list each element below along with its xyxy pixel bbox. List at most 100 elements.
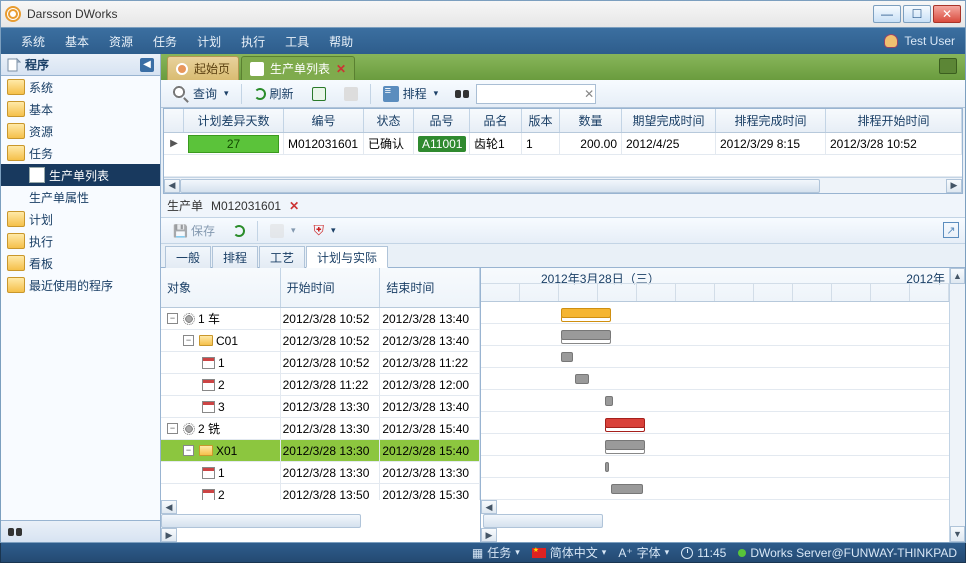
schedule-button[interactable]: 排程 <box>377 83 445 104</box>
gantt-row[interactable]: 12012/3/28 13:302012/3/28 13:30 <box>161 462 480 484</box>
expand-icon[interactable]: − <box>167 423 178 434</box>
gantt-bar-row <box>481 390 949 412</box>
current-user[interactable]: Test User <box>884 34 955 48</box>
grid-hscroll[interactable]: ◀ ▶ <box>164 177 962 193</box>
grid-row[interactable]: ▶ 27 M012031601 已确认 A11001 齿轮1 1 200.00 … <box>164 133 962 155</box>
col-pno[interactable]: 品号 <box>414 109 470 132</box>
dtab-planactual[interactable]: 计划与实际 <box>306 246 388 268</box>
tree-plan[interactable]: 计划 <box>1 208 160 230</box>
order-grid: 计划差异天数 编号 状态 品号 品名 版本 数量 期望完成时间 排程完成时间 排… <box>163 108 963 194</box>
tree-task[interactable]: 任务 <box>1 142 160 164</box>
col-status[interactable]: 状态 <box>364 109 414 132</box>
home-icon <box>176 63 188 75</box>
menu-exec[interactable]: 执行 <box>231 33 275 50</box>
tree-order-list[interactable]: 生产单列表 <box>1 164 160 186</box>
find-icon[interactable] <box>454 86 470 102</box>
gantt-bar[interactable] <box>611 484 643 494</box>
collapse-icon[interactable]: ◀ <box>140 58 154 72</box>
tree-recent[interactable]: 最近使用的程序 <box>1 274 160 296</box>
gantt-bar[interactable] <box>561 352 573 362</box>
tab-system-button[interactable] <box>939 58 957 74</box>
gantt-vscroll[interactable]: ▲▼ <box>949 268 965 542</box>
col-schstart[interactable]: 排程开始时间 <box>826 109 962 132</box>
gantt-bar-row <box>481 302 949 324</box>
close-button[interactable]: ✕ <box>933 5 961 23</box>
menu-help[interactable]: 帮助 <box>319 33 363 50</box>
tab-close-icon[interactable]: ✕ <box>336 62 346 76</box>
menu-task[interactable]: 任务 <box>143 33 187 50</box>
status-task[interactable]: ▦ 任务 ▾ <box>472 544 520 561</box>
status-font[interactable]: A⁺ 字体 ▾ <box>618 544 669 561</box>
content-panel: 起始页 生产单列表 ✕ 查询 刷新 <box>161 54 965 542</box>
gantt-bar[interactable] <box>605 396 613 406</box>
gantt-row[interactable]: −2 铣2012/3/28 13:302012/3/28 15:40 <box>161 418 480 440</box>
dtab-process[interactable]: 工艺 <box>259 246 305 268</box>
tree-basic[interactable]: 基本 <box>1 98 160 120</box>
expand-icon[interactable]: − <box>167 313 178 324</box>
col-code[interactable]: 编号 <box>284 109 364 132</box>
tree-exec[interactable]: 执行 <box>1 230 160 252</box>
dtab-schedule[interactable]: 排程 <box>212 246 258 268</box>
tree-system[interactable]: 系统 <box>1 76 160 98</box>
gantt-bar-row <box>481 368 949 390</box>
tab-label: 生产单列表 <box>270 60 330 77</box>
expand-icon[interactable]: − <box>183 445 194 456</box>
clock-icon <box>681 547 693 559</box>
gh-end[interactable]: 结束时间 <box>380 268 480 307</box>
gantt-row[interactable]: −X012012/3/28 13:302012/3/28 15:40 <box>161 440 480 462</box>
excel-button[interactable] <box>306 85 332 103</box>
edit-button[interactable] <box>338 85 364 103</box>
gh-object[interactable]: 对象 <box>161 268 281 307</box>
menu-plan[interactable]: 计划 <box>187 33 231 50</box>
maximize-button[interactable]: ☐ <box>903 5 931 23</box>
refresh-detail-button[interactable] <box>227 223 251 239</box>
gantt-row[interactable]: 12012/3/28 10:522012/3/28 11:22 <box>161 352 480 374</box>
tree-resource[interactable]: 资源 <box>1 120 160 142</box>
tree-kanban[interactable]: 看板 <box>1 252 160 274</box>
tab-orderlist[interactable]: 生产单列表 ✕ <box>241 56 355 80</box>
menu-tool[interactable]: 工具 <box>275 33 319 50</box>
col-pname[interactable]: 品名 <box>470 109 522 132</box>
gantt-chart-hscroll[interactable]: ◀▶ <box>481 500 949 542</box>
connected-icon <box>738 549 746 557</box>
dtab-general[interactable]: 一般 <box>165 246 211 268</box>
gantt-bar[interactable] <box>605 462 609 472</box>
minimize-button[interactable]: — <box>873 5 901 23</box>
menu-basic[interactable]: 基本 <box>55 33 99 50</box>
shield-button[interactable]: ⛨ <box>308 220 342 241</box>
status-server: DWorks Server@FUNWAY-THINKPAD <box>738 546 957 560</box>
link-icon <box>270 224 284 238</box>
gantt-row[interactable]: −C012012/3/28 10:522012/3/28 13:40 <box>161 330 480 352</box>
col-ver[interactable]: 版本 <box>522 109 560 132</box>
binoculars-icon[interactable] <box>7 524 23 540</box>
detail-close-icon[interactable]: ✕ <box>289 199 299 213</box>
gantt-bar[interactable] <box>575 374 589 384</box>
query-button[interactable]: 查询 <box>167 83 235 104</box>
expand-icon[interactable]: − <box>183 335 194 346</box>
status-lang[interactable]: 简体中文 ▾ <box>532 544 607 561</box>
gantt-row[interactable]: 32012/3/28 13:302012/3/28 13:40 <box>161 396 480 418</box>
menu-resource[interactable]: 资源 <box>99 33 143 50</box>
col-due[interactable]: 期望完成时间 <box>622 109 716 132</box>
gantt-row[interactable]: 22012/3/28 11:222012/3/28 12:00 <box>161 374 480 396</box>
tree-order-props[interactable]: 生产单属性 <box>1 186 160 208</box>
col-qty[interactable]: 数量 <box>560 109 622 132</box>
link-button[interactable] <box>264 222 302 240</box>
col-diff[interactable]: 计划差异天数 <box>184 109 284 132</box>
search-icon <box>173 86 189 102</box>
menu-system[interactable]: 系统 <box>11 33 55 50</box>
gantt-row[interactable]: 22012/3/28 13:502012/3/28 15:30 <box>161 484 480 500</box>
popout-icon[interactable]: ↗ <box>943 222 959 238</box>
col-schend[interactable]: 排程完成时间 <box>716 109 826 132</box>
menu-bar: 系统 基本 资源 任务 计划 执行 工具 帮助 Test User <box>0 28 966 54</box>
gh-start[interactable]: 开始时间 <box>281 268 381 307</box>
refresh-button[interactable]: 刷新 <box>248 83 300 104</box>
tab-label: 起始页 <box>194 60 230 77</box>
tab-startpage[interactable]: 起始页 <box>167 56 239 80</box>
refresh-icon <box>254 88 266 100</box>
gantt-tree-hscroll[interactable]: ◀▶ <box>161 500 480 542</box>
clear-search-icon[interactable]: ✕ <box>584 87 594 101</box>
save-button[interactable]: 💾 保存 <box>167 220 221 241</box>
gantt-row[interactable]: −1 车2012/3/28 10:522012/3/28 13:40 <box>161 308 480 330</box>
search-input[interactable] <box>476 84 596 104</box>
